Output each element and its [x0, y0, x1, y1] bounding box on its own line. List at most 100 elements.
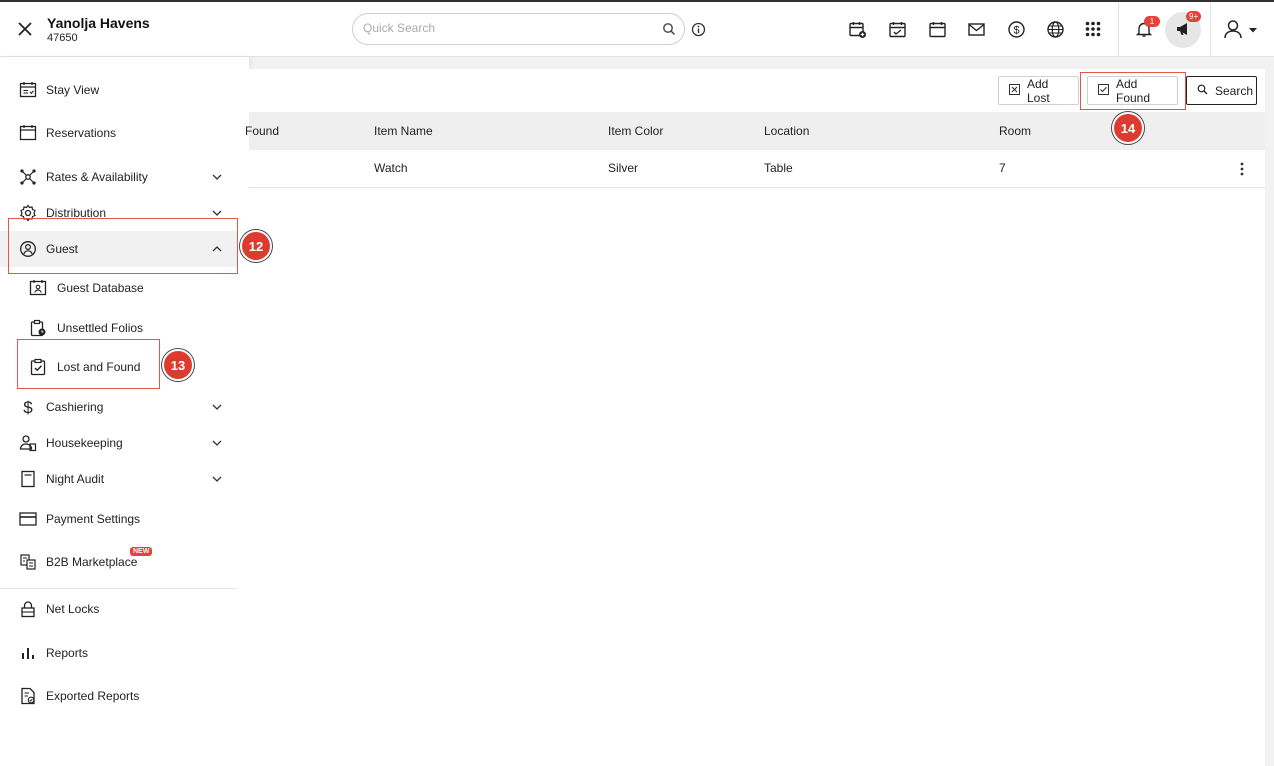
sidebar-item-label: Net Locks [46, 602, 100, 616]
close-icon[interactable] [14, 18, 36, 40]
sidebar-item-guest[interactable]: Guest [0, 231, 237, 267]
calendar-icon[interactable] [927, 19, 947, 39]
guest-database-icon [28, 278, 48, 298]
sidebar-item-label: B2B Marketplace [46, 555, 138, 569]
sidebar-item-label: Reservations [46, 126, 117, 140]
sidebar-item-cashiering[interactable]: $ Cashiering [0, 389, 237, 425]
chevron-down-icon [211, 401, 223, 413]
sidebar-item-reservations[interactable]: Reservations [0, 115, 237, 151]
network-icon [18, 167, 38, 187]
card-icon [18, 509, 38, 529]
calendar-add-icon[interactable] [847, 19, 867, 39]
apps-grid-icon[interactable] [1083, 19, 1103, 39]
sidebar-item-net-locks[interactable]: Net Locks [0, 591, 237, 627]
cell-item-name: Watch [374, 161, 408, 175]
clipboard-clock-icon [28, 318, 48, 338]
sidebar-item-distribution[interactable]: Distribution [0, 195, 237, 231]
sidebar-item-label: Guest [46, 242, 79, 256]
chevron-down-icon [211, 207, 223, 219]
sidebar-item-rates-availability[interactable]: Rates & Availability [0, 159, 237, 195]
top-header: Yanolja Havens 47650 $ 1 9+ [0, 0, 1274, 57]
table-row[interactable]: Watch Silver Table 7 [249, 150, 1265, 188]
sidebar-item-label: Distribution [46, 206, 107, 220]
checkbox-check-icon [1098, 83, 1109, 98]
sidebar-item-label: Lost and Found [57, 360, 141, 374]
document-icon [18, 469, 38, 489]
user-menu[interactable] [1222, 18, 1264, 42]
column-header-item-color[interactable]: Item Color [608, 124, 663, 138]
lock-icon [18, 599, 38, 619]
chevron-down-icon [1248, 23, 1258, 37]
export-report-icon [18, 686, 38, 706]
sidebar-item-guest-database[interactable]: Guest Database [0, 270, 237, 306]
column-header-room[interactable]: Room [999, 124, 1031, 138]
sidebar-item-label: Stay View [46, 83, 100, 97]
more-options-icon[interactable] [1236, 160, 1248, 178]
cell-room: 7 [999, 161, 1006, 175]
new-badge: NEW [130, 547, 153, 556]
header-divider [1210, 2, 1211, 57]
search-icon[interactable] [662, 22, 676, 36]
info-icon[interactable] [691, 22, 706, 37]
chevron-down-icon [211, 437, 223, 449]
mail-icon[interactable] [966, 19, 986, 39]
annotation-step-12: 12 [240, 230, 272, 262]
dollar-icon[interactable]: $ [1006, 19, 1026, 39]
gear-icon [18, 203, 38, 223]
sidebar-item-label: Cashiering [46, 400, 104, 414]
cell-item-color: Silver [608, 161, 639, 175]
sidebar-item-night-audit[interactable]: Night Audit [0, 461, 237, 497]
svg-text:$: $ [23, 398, 33, 416]
search-label: Search [1215, 83, 1254, 98]
header-divider [1118, 2, 1119, 57]
column-header-location[interactable]: Location [764, 124, 809, 138]
sidebar-item-label: Reports [46, 646, 89, 660]
annotation-step-13: 13 [162, 349, 194, 381]
calendar-check-icon[interactable] [887, 19, 907, 39]
sidebar-item-exported-reports[interactable]: Exported Reports [0, 678, 237, 714]
add-lost-button[interactable]: Add Lost [998, 76, 1079, 105]
calendar-icon [18, 123, 38, 143]
bar-chart-icon [18, 643, 38, 663]
announcement-badge: 9+ [1186, 11, 1202, 22]
globe-icon[interactable] [1045, 19, 1065, 39]
svg-text:$: $ [1013, 24, 1019, 36]
notification-badge: 1 [1144, 16, 1160, 27]
sidebar-item-label: Rates & Availability [46, 170, 148, 184]
sidebar-item-label: Housekeeping [46, 436, 123, 450]
sidebar-item-stay-view[interactable]: Stay View [0, 72, 237, 108]
search-button[interactable]: Search [1186, 76, 1257, 105]
chevron-up-icon [211, 243, 223, 255]
stay-view-icon [18, 80, 38, 100]
checkbox-x-icon [1009, 83, 1020, 98]
housekeeping-icon [18, 433, 38, 453]
quick-search-input[interactable] [363, 21, 653, 35]
sidebar-item-lost-and-found[interactable]: Lost and Found [0, 349, 237, 385]
cell-location: Table [764, 161, 793, 175]
sidebar-item-payment-settings[interactable]: Payment Settings [0, 501, 237, 537]
sidebar-item-b2b-marketplace[interactable]: B2B Marketplace NEW [0, 544, 237, 580]
user-icon [1222, 18, 1244, 43]
add-lost-label: Add Lost [1027, 76, 1050, 105]
add-found-button[interactable]: Add Found [1087, 76, 1178, 105]
hotel-id: 47650 [47, 32, 78, 44]
clipboard-check-icon [28, 357, 48, 377]
column-header-found[interactable]: Found [245, 124, 279, 138]
quick-search [352, 13, 685, 45]
sidebar-item-label: Exported Reports [46, 689, 140, 703]
chevron-down-icon [211, 171, 223, 183]
sidebar-item-label: Night Audit [46, 472, 105, 486]
guest-icon [18, 239, 38, 259]
sidebar-item-label: Unsettled Folios [57, 321, 144, 335]
sidebar-item-reports[interactable]: Reports [0, 635, 237, 671]
lost-and-found-panel: Add Lost Add Found Search Found Item Nam… [245, 69, 1265, 766]
marketplace-icon [18, 552, 38, 572]
annotation-step-14: 14 [1112, 112, 1144, 144]
column-header-item-name[interactable]: Item Name [374, 124, 433, 138]
add-found-label: Add Found [1116, 76, 1151, 105]
chevron-down-icon [211, 473, 223, 485]
sidebar-item-label: Guest Database [57, 281, 144, 295]
sidebar-item-unsettled-folios[interactable]: Unsettled Folios [0, 310, 237, 346]
sidebar-item-housekeeping[interactable]: Housekeeping [0, 425, 237, 461]
dollar-icon: $ [18, 397, 38, 417]
